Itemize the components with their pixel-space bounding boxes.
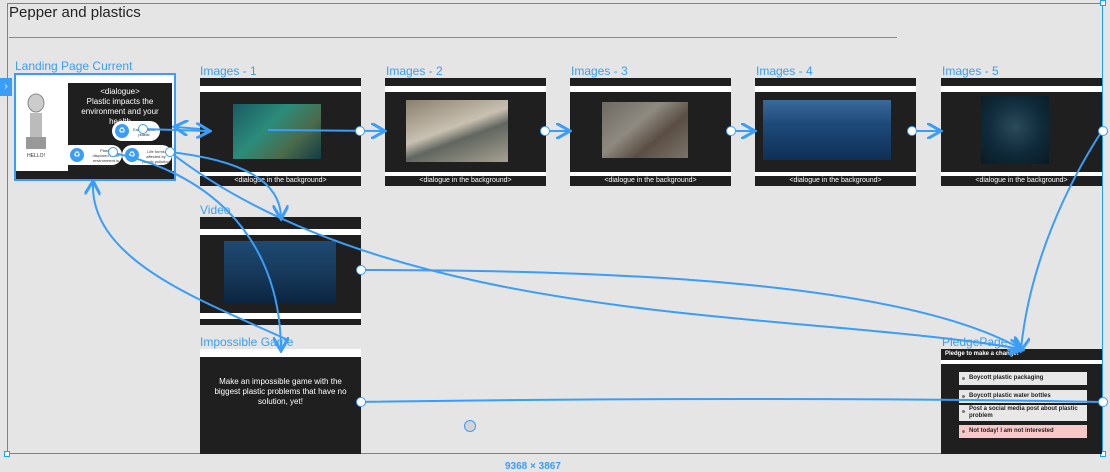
connection-landing-to-pledge xyxy=(169,151,1021,349)
connection-handle[interactable] xyxy=(165,147,175,157)
connection-handle[interactable] xyxy=(355,126,365,136)
prototype-connections xyxy=(0,0,1103,403)
connection-handle[interactable] xyxy=(108,147,118,157)
connection-images5-to-pledge xyxy=(1021,130,1103,349)
connection-handle[interactable] xyxy=(356,397,366,407)
connection-handle[interactable] xyxy=(1098,126,1108,136)
connection-images1-back xyxy=(176,127,201,129)
connection-game-to-pledge xyxy=(360,398,1103,403)
connection-handle[interactable] xyxy=(540,126,550,136)
connection-landing-to-video xyxy=(169,151,281,217)
connection-handle[interactable] xyxy=(138,124,148,134)
connection-handle[interactable] xyxy=(907,126,917,136)
connection-handle[interactable] xyxy=(726,126,736,136)
cursor-indicator xyxy=(464,420,476,432)
connection-landing-to-game xyxy=(112,152,281,349)
connection-handle[interactable] xyxy=(1098,397,1108,407)
connection-images1-to-2 xyxy=(267,130,383,131)
connection-video-to-pledge xyxy=(360,269,1021,349)
selection-dimensions: 9368 × 3867 xyxy=(505,461,561,472)
connection-handle[interactable] xyxy=(356,265,366,275)
